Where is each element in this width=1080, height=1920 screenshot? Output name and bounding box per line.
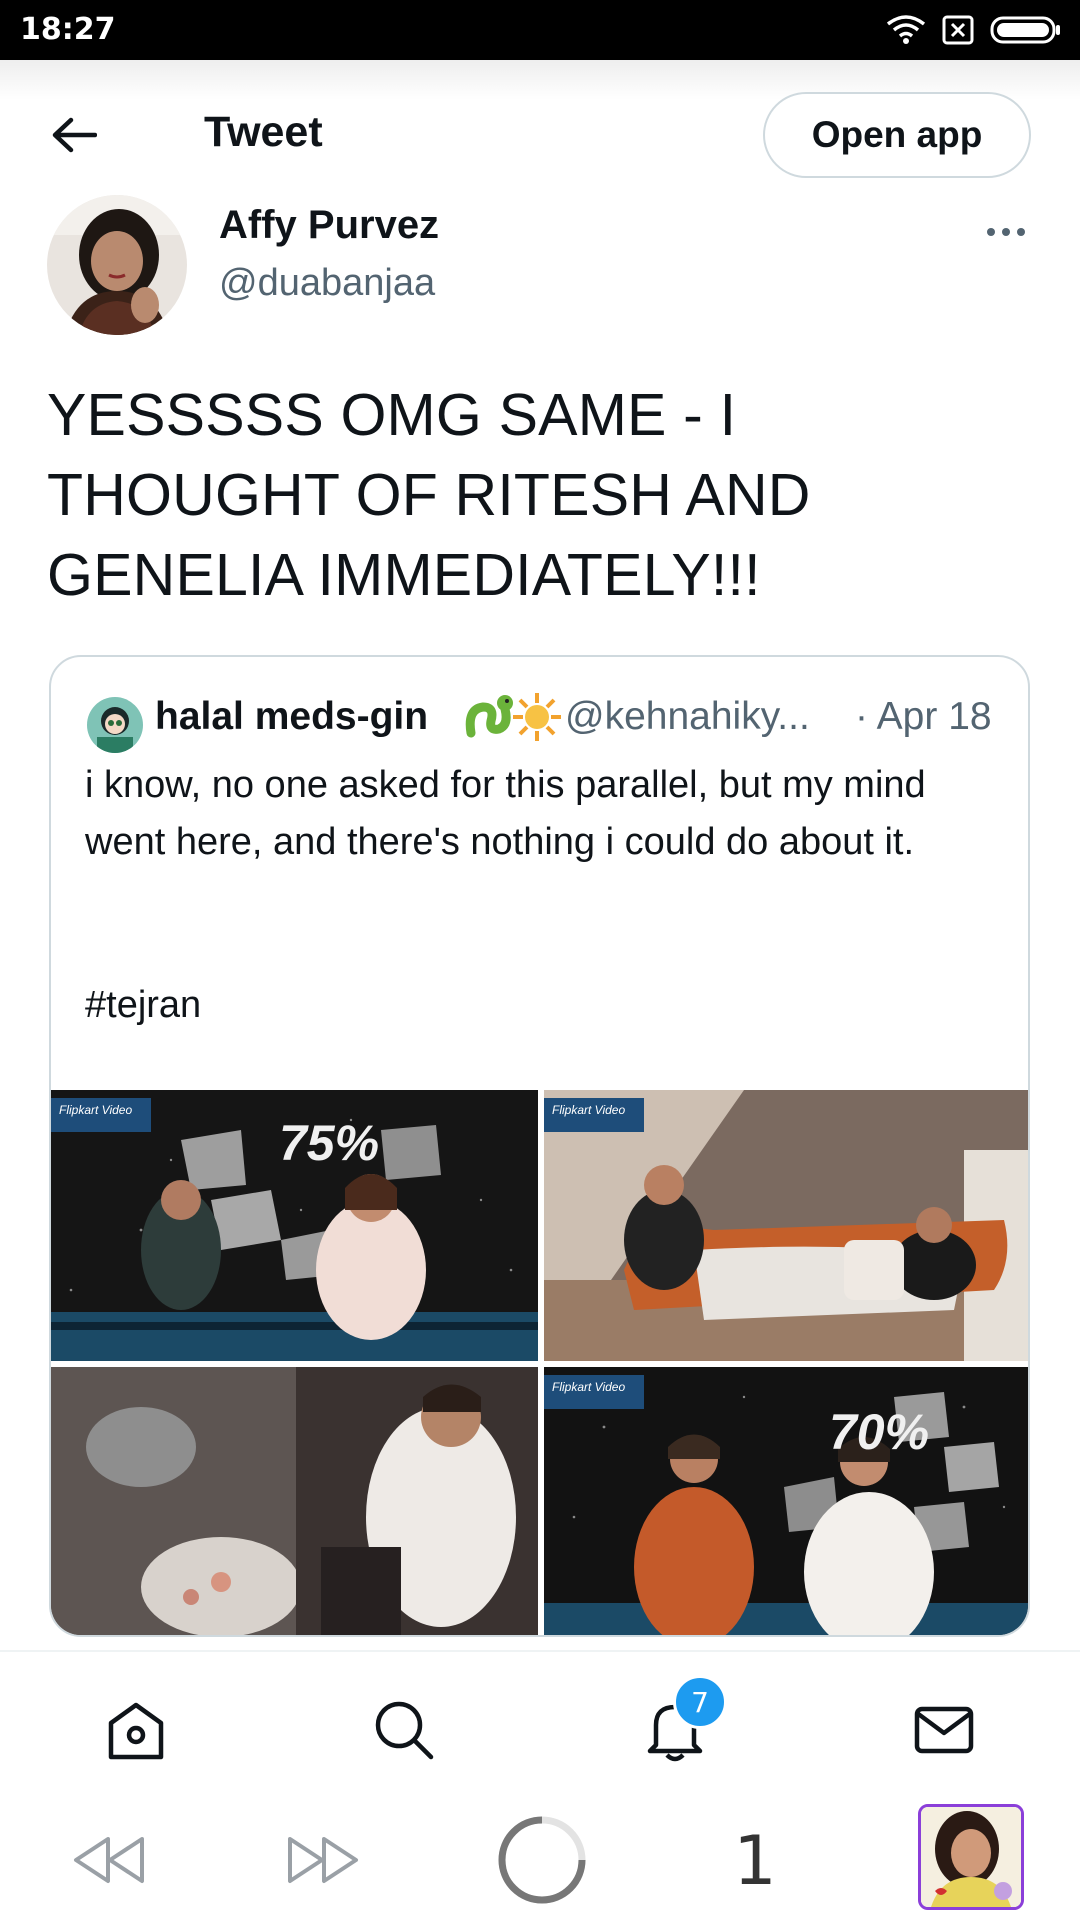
media-image-1[interactable]: Flipkart Video 75% (51, 1090, 538, 1361)
back-button[interactable] (46, 112, 102, 158)
status-time: 18:27 (20, 12, 116, 47)
media-overlay-4: 70% (829, 1404, 929, 1460)
quoted-tweet[interactable]: halal meds-gin @kehnahiky... · Apr 18 i … (49, 655, 1030, 1637)
wifi-icon (886, 15, 926, 44)
no-sim-icon (942, 15, 974, 45)
media-overlay-1: 75% (279, 1115, 379, 1171)
more-options-icon[interactable] (982, 212, 1030, 252)
search-icon (375, 1701, 434, 1760)
browser-back-button[interactable] (68, 1830, 148, 1890)
media-image-2[interactable]: Flipkart Video (544, 1090, 1028, 1361)
media-image-3[interactable] (51, 1367, 538, 1635)
quoted-text: i know, no one asked for this parallel, … (85, 764, 926, 863)
quoted-author-name: halal meds-gin (155, 695, 429, 738)
messages-tab[interactable] (904, 1690, 984, 1770)
quoted-author-handle: @kehnahiky... (565, 695, 810, 738)
profile-thumbnail[interactable] (918, 1804, 1024, 1910)
bottom-nav: 7 (0, 1650, 1080, 1800)
battery-icon (990, 16, 1060, 44)
author-name[interactable]: Affy Purvez (219, 203, 439, 248)
quoted-date: · Apr 18 (855, 695, 992, 738)
page-title: Tweet (204, 108, 323, 156)
open-app-button[interactable]: Open app (763, 92, 1031, 178)
back-arrow-icon (52, 117, 97, 153)
rewind-icon (74, 1837, 144, 1883)
fast-forward-icon (288, 1837, 358, 1883)
media-grid: Flipkart Video 75% Flipkart Video Flipka… (51, 1090, 1028, 1635)
quoted-author-avatar (87, 697, 143, 753)
status-bar: 18:27 (0, 0, 1080, 60)
home-icon (108, 1702, 164, 1760)
browser-reload-button[interactable] (494, 1812, 590, 1908)
header: Tweet Open app (0, 90, 1080, 180)
home-tab[interactable] (96, 1690, 176, 1770)
media-watermark-4: Flipkart Video (552, 1380, 625, 1394)
media-watermark-2: Flipkart Video (552, 1103, 625, 1117)
browser-toolbar: 1 (0, 1798, 1080, 1920)
quoted-hashtag[interactable]: #tejran (85, 984, 201, 1027)
author-handle[interactable]: @duabanjaa (219, 262, 435, 305)
author-avatar[interactable] (47, 195, 187, 335)
notification-badge: 7 (673, 1675, 727, 1729)
tweet-text: YESSSSS OMG SAME - I THOUGHT OF RITESH A… (47, 382, 811, 608)
sun-emoji-icon (509, 689, 565, 745)
messages-icon (914, 1706, 974, 1754)
status-icons (886, 10, 1062, 50)
media-image-4[interactable]: Flipkart Video 70% (544, 1367, 1028, 1635)
loading-spinner-icon (498, 1816, 586, 1904)
search-tab[interactable] (364, 1690, 444, 1770)
tab-count[interactable]: 1 (720, 1816, 790, 1906)
browser-forward-button[interactable] (284, 1830, 364, 1890)
media-watermark-1: Flipkart Video (59, 1103, 132, 1117)
